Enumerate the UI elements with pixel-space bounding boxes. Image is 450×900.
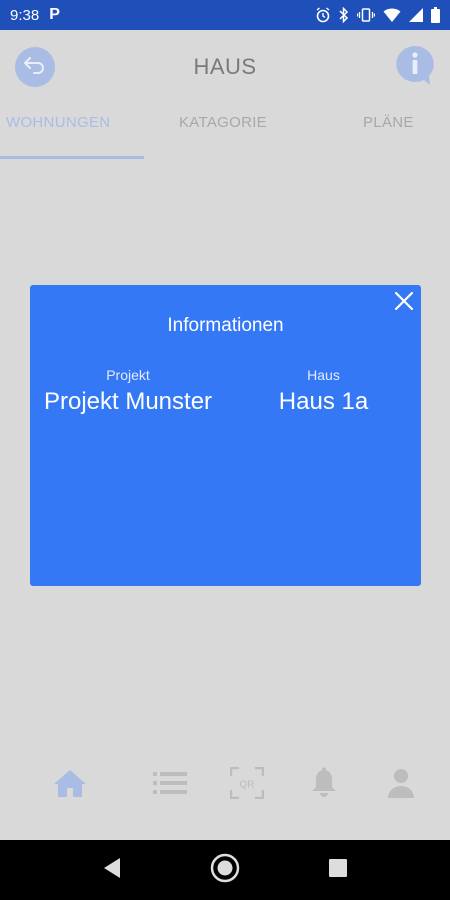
status-icons [315,7,440,23]
parking-app-icon: P [49,6,60,23]
tab-katagorie[interactable]: KATAGORIE [179,114,267,131]
nav-list-button[interactable] [150,765,190,805]
triangle-back-icon [102,857,122,884]
system-home-button[interactable] [209,853,241,888]
dialog-title: Informationen [167,315,284,336]
house-label: Haus [307,367,340,383]
vibrate-icon [357,7,375,23]
user-icon [387,767,415,804]
system-back-button[interactable] [96,854,128,886]
tab-bar: WOHNUNGEN KATAGORIE PLÄNE [0,114,450,160]
signal-icon [409,8,423,22]
active-tab-indicator [0,156,144,159]
info-button[interactable] [395,45,435,87]
tab-plaene[interactable]: PLÄNE [363,114,414,131]
home-icon [53,768,87,803]
circle-home-icon [210,853,240,888]
info-icon [395,46,435,91]
system-recents-button[interactable] [322,854,354,886]
alarm-icon [315,7,331,23]
qr-label: QR [240,779,255,790]
info-dialog: Informationen Projekt Projekt Munster Ha… [30,285,421,586]
wifi-icon [383,8,401,23]
status-left: 9:38 P [10,6,60,24]
app-screen: HAUS WOHNUNGEN KATAGORIE PLÄNE Informati… [0,30,450,840]
tab-wohnungen[interactable]: WOHNUNGEN [6,114,110,131]
status-bar: 9:38 P [0,0,450,30]
close-button[interactable] [393,290,415,312]
nav-profile-button[interactable] [381,765,421,805]
nav-notifications-button[interactable] [304,765,344,805]
square-recents-icon [328,858,348,883]
bottom-navigation: QR [0,765,450,825]
list-icon [153,770,187,801]
bell-icon [310,767,338,804]
project-value: Projekt Munster [43,388,213,415]
nav-qr-button[interactable]: QR [227,765,267,805]
nav-home-button[interactable] [50,765,90,805]
bluetooth-icon [339,7,349,23]
battery-icon [431,7,440,23]
qr-icon: QR [229,766,265,804]
project-label: Projekt [106,367,150,383]
system-navigation-bar [0,840,450,900]
status-time: 9:38 [10,6,40,24]
house-value: Haus 1a [278,388,369,415]
page-title: HAUS [193,54,257,79]
close-icon [393,291,415,316]
header: HAUS [0,30,450,102]
